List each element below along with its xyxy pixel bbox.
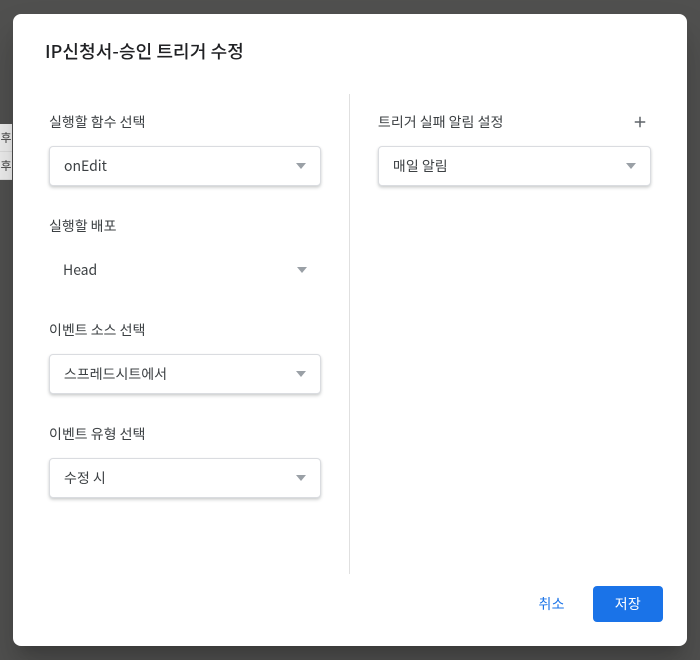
chevron-down-icon xyxy=(626,161,636,171)
chevron-down-icon xyxy=(296,369,306,379)
cancel-button[interactable]: 취소 xyxy=(530,586,572,622)
chevron-down-icon xyxy=(296,473,306,483)
dialog-body: 실행할 함수 선택 onEdit 실행할 배포 Head xyxy=(13,94,687,574)
failure-notification-select[interactable]: 매일 알림 xyxy=(378,146,651,186)
failure-notification-value: 매일 알림 xyxy=(393,156,626,176)
background-row: 후 xyxy=(0,124,12,152)
chevron-down-icon xyxy=(296,161,306,171)
event-source-select-value: 스프레드시트에서 xyxy=(64,364,296,384)
deployment-select-value: Head xyxy=(63,260,297,280)
failure-notification-label: 트리거 실패 알림 설정 xyxy=(378,112,503,132)
function-select-value: onEdit xyxy=(64,156,296,176)
function-label: 실행할 함수 선택 xyxy=(49,112,145,132)
event-type-label: 이벤트 유형 선택 xyxy=(49,424,145,444)
field-failure-notification: 트리거 실패 알림 설정 매일 알림 xyxy=(378,112,651,186)
edit-trigger-dialog: IP신청서-승인 트리거 수정 실행할 함수 선택 onEdit 실행할 배포 xyxy=(13,14,687,646)
event-source-label: 이벤트 소스 선택 xyxy=(49,320,145,340)
deployment-label: 실행할 배포 xyxy=(49,216,117,236)
deployment-select[interactable]: Head xyxy=(49,250,321,290)
dialog-header: IP신청서-승인 트리거 수정 xyxy=(13,14,687,74)
function-select[interactable]: onEdit xyxy=(49,146,321,186)
event-type-select[interactable]: 수정 시 xyxy=(49,458,321,498)
dialog-title: IP신청서-승인 트리거 수정 xyxy=(45,38,655,64)
background-row: 후 xyxy=(0,152,12,180)
event-type-select-value: 수정 시 xyxy=(64,468,296,488)
field-deployment: 실행할 배포 Head xyxy=(49,216,321,290)
chevron-down-icon xyxy=(297,265,307,275)
dialog-footer: 취소 저장 xyxy=(13,574,687,646)
right-column: 트리거 실패 알림 설정 매일 알림 xyxy=(350,94,663,574)
save-button[interactable]: 저장 xyxy=(593,586,663,622)
left-column: 실행할 함수 선택 onEdit 실행할 배포 Head xyxy=(37,94,350,574)
event-source-select[interactable]: 스프레드시트에서 xyxy=(49,354,321,394)
field-function: 실행할 함수 선택 onEdit xyxy=(49,112,321,186)
field-event-type: 이벤트 유형 선택 수정 시 xyxy=(49,424,321,498)
add-notification-button[interactable] xyxy=(631,113,649,131)
field-event-source: 이벤트 소스 선택 스프레드시트에서 xyxy=(49,320,321,394)
